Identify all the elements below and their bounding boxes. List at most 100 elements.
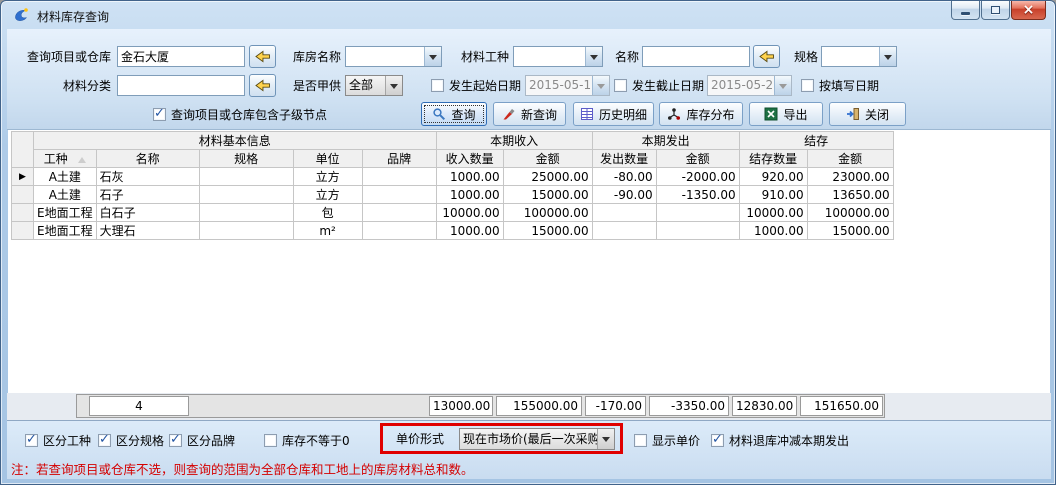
table-row[interactable]: A土建石子立方1000.0015000.00-90.00-1350.00910.… xyxy=(12,186,894,204)
table-cell xyxy=(199,222,293,240)
price-mode-select[interactable]: 现在市场价(最后一次采购价) xyxy=(459,428,615,450)
table-cell xyxy=(199,204,293,222)
stock-distribution-button[interactable]: 库存分布 xyxy=(659,102,743,126)
name-input[interactable] xyxy=(642,46,750,67)
category-input[interactable] xyxy=(117,75,245,96)
end-date-checkbox[interactable] xyxy=(614,79,627,92)
table-cell: 石灰 xyxy=(96,168,199,186)
row-selector-cell[interactable] xyxy=(12,204,34,222)
current-row-marker[interactable]: ▶ xyxy=(12,168,34,186)
history-detail-button[interactable]: 历史明细 xyxy=(573,102,654,126)
table-cell xyxy=(362,186,436,204)
owner-supply-select[interactable]: 全部 xyxy=(345,75,403,96)
inventory-table: 材料基本信息本期收入本期发出结存工种名称规格单位品牌收入数量金额发出数量金额结存… xyxy=(11,131,894,240)
category-lookup-button[interactable] xyxy=(249,74,276,97)
chevron-down-icon xyxy=(774,76,791,95)
table-cell: 13650.00 xyxy=(807,186,893,204)
fill-date-checkbox-group: 按填写日期 xyxy=(801,77,879,93)
table-cell: A土建 xyxy=(34,168,97,186)
summary-box-issue-amt: -3350.00 xyxy=(649,396,729,416)
titlebar[interactable]: 材料库存查询 × xyxy=(1,1,1055,29)
column-header[interactable]: 单位 xyxy=(293,150,362,168)
column-header[interactable]: 金额 xyxy=(656,150,739,168)
column-header[interactable]: 金额 xyxy=(807,150,893,168)
table-row[interactable]: ▶A土建石灰立方1000.0025000.00-80.00-2000.00920… xyxy=(12,168,894,186)
table-cell: -90.00 xyxy=(592,186,656,204)
worktype-select[interactable] xyxy=(513,46,603,67)
column-header[interactable]: 工种 xyxy=(34,150,97,168)
minimize-button[interactable] xyxy=(951,1,980,20)
chevron-down-icon xyxy=(385,76,402,95)
table-cell: 1000.00 xyxy=(739,222,807,240)
restore-button[interactable] xyxy=(981,1,1010,20)
row-selector-cell[interactable] xyxy=(12,222,34,240)
query-button[interactable]: 查询 xyxy=(421,102,487,126)
stock-nonzero-checkbox-group: 库存不等于0 xyxy=(264,432,350,448)
close-button[interactable]: × xyxy=(1011,1,1046,20)
close-window-button[interactable]: 关闭 xyxy=(829,102,906,126)
table-cell: A土建 xyxy=(34,186,97,204)
table-cell: 1000.00 xyxy=(436,186,503,204)
table-cell: 大理石 xyxy=(96,222,199,240)
lookup-hand-icon xyxy=(254,79,271,92)
table-row[interactable]: E地面工程大理石m²1000.0015000.001000.0015000.00 xyxy=(12,222,894,240)
column-header[interactable]: 结存数量 xyxy=(739,150,807,168)
return-offset-checkbox[interactable] xyxy=(711,434,724,447)
lookup-hand-icon xyxy=(254,50,271,63)
name-lookup-button[interactable] xyxy=(753,45,780,68)
export-button[interactable]: 导出 xyxy=(749,102,823,126)
table-cell: 15000.00 xyxy=(807,222,893,240)
row-selector-cell[interactable] xyxy=(12,186,34,204)
distinguish-spec-checkbox-group: 区分规格 xyxy=(98,432,164,448)
table-cell: 910.00 xyxy=(739,186,807,204)
table-cell: 25000.00 xyxy=(503,168,592,186)
close-icon: × xyxy=(1023,2,1035,19)
column-header[interactable]: 名称 xyxy=(96,150,199,168)
sort-indicator-icon xyxy=(78,157,86,163)
table-cell: 立方 xyxy=(293,186,362,204)
stock-nonzero-checkbox[interactable] xyxy=(264,434,277,447)
column-header[interactable]: 规格 xyxy=(199,150,293,168)
distinguish-worktype-checkbox[interactable] xyxy=(25,434,38,447)
column-header[interactable]: 品牌 xyxy=(362,150,436,168)
query-button-label: 查询 xyxy=(451,106,475,123)
chevron-down-icon xyxy=(592,76,609,95)
table-cell: 100000.00 xyxy=(503,204,592,222)
start-date-select[interactable]: 2015-05-12 xyxy=(525,75,610,96)
owner-supply-label: 是否甲供 xyxy=(285,76,341,97)
distinguish-spec-checkbox[interactable] xyxy=(98,434,111,447)
show-price-checkbox[interactable] xyxy=(634,434,647,447)
group-header: 结存 xyxy=(739,132,893,150)
table-cell xyxy=(362,204,436,222)
table-cell xyxy=(362,168,436,186)
summary-box-count: 4 xyxy=(89,396,189,416)
fill-date-checkbox[interactable] xyxy=(801,79,814,92)
include-children-checkbox-group: 查询项目或仓库包含子级节点 xyxy=(153,106,327,122)
export-button-label: 导出 xyxy=(783,106,807,123)
column-header[interactable]: 金额 xyxy=(503,150,592,168)
material-inventory-query-window: 材料库存查询 × 查询项目或仓库 库房名称 材料工种 名称 规格 材料分类 是否… xyxy=(0,0,1056,485)
summary-box-issue-qty: -170.00 xyxy=(585,396,646,416)
distribution-icon xyxy=(667,107,681,121)
chevron-down-icon xyxy=(585,47,602,66)
start-date-checkbox[interactable] xyxy=(431,79,444,92)
column-header[interactable]: 收入数量 xyxy=(436,150,503,168)
start-date-checkbox-group: 发生起始日期 xyxy=(431,77,521,93)
project-lookup-button[interactable] xyxy=(249,45,276,68)
warehouse-select[interactable] xyxy=(345,46,442,67)
distinguish-brand-checkbox[interactable] xyxy=(169,434,182,447)
spec-select[interactable] xyxy=(821,46,897,67)
table-cell: 10000.00 xyxy=(739,204,807,222)
table-row[interactable]: E地面工程白石子包10000.00100000.0010000.00100000… xyxy=(12,204,894,222)
include-children-label: 查询项目或仓库包含子级节点 xyxy=(171,106,327,123)
include-children-checkbox[interactable] xyxy=(153,108,166,121)
new-query-button[interactable]: 新查询 xyxy=(493,102,566,126)
table-cell: 920.00 xyxy=(739,168,807,186)
warehouse-label: 库房名称 xyxy=(285,47,341,68)
project-input[interactable] xyxy=(117,46,245,67)
column-header[interactable]: 发出数量 xyxy=(592,150,656,168)
end-date-checkbox-group: 发生截止日期 xyxy=(614,77,704,93)
brush-icon xyxy=(502,107,516,121)
end-date-select[interactable]: 2015-05-27 xyxy=(707,75,792,96)
excel-icon xyxy=(764,107,778,121)
